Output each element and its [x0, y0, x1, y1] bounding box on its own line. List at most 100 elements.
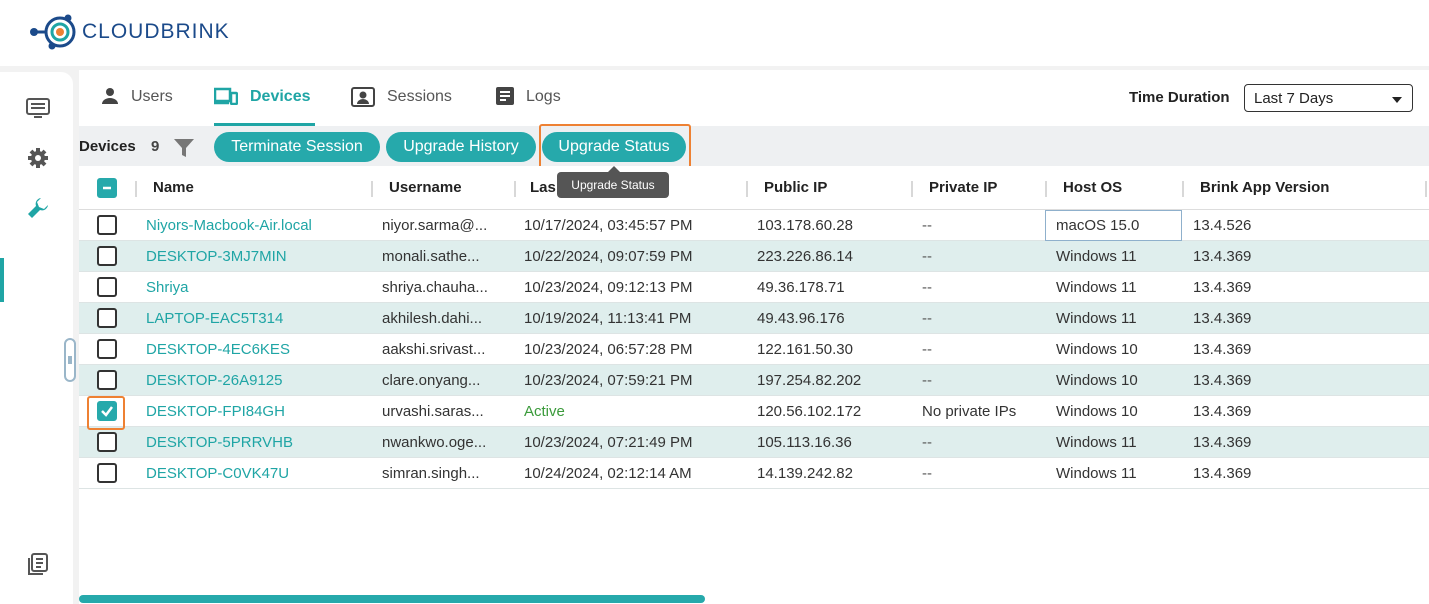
table-row[interactable]: LAPTOP-EAC5T314 akhilesh.dahi... 10/19/2… — [79, 303, 1429, 334]
device-name-link[interactable]: DESKTOP-5PRRVHB — [146, 434, 293, 451]
last-seen-cell: 10/23/2024, 07:21:49 PM — [524, 434, 693, 451]
side-nav — [0, 72, 73, 604]
device-name-link[interactable]: DESKTOP-4EC6KES — [146, 341, 290, 358]
monitor-icon[interactable] — [24, 94, 52, 122]
devices-toolbar: Devices 9 Terminate Session Upgrade Hist… — [79, 126, 1429, 166]
cloudbrink-logo[interactable]: CLOUDBRINK — [28, 8, 230, 56]
username-cell: clare.onyang... — [382, 372, 481, 389]
upgrade-history-button[interactable]: Upgrade History — [386, 132, 536, 162]
host-os-cell: Windows 11 — [1056, 310, 1137, 327]
horizontal-scrollbar[interactable] — [79, 595, 705, 603]
device-name-link[interactable]: DESKTOP-26A9125 — [146, 372, 282, 389]
time-duration-label: Time Duration — [1129, 89, 1230, 106]
column-separator — [746, 181, 748, 197]
table-row-selected[interactable]: DESKTOP-FPI84GH urvashi.saras... Active … — [79, 396, 1429, 427]
column-separator — [911, 181, 913, 197]
filter-icon[interactable] — [174, 139, 194, 162]
table-row[interactable]: DESKTOP-26A9125 clare.onyang... 10/23/20… — [79, 365, 1429, 396]
column-separator — [135, 181, 137, 197]
tab-sessions[interactable]: Sessions — [351, 87, 452, 126]
devices-icon — [213, 87, 239, 110]
column-last-seen[interactable]: Las — [530, 179, 556, 196]
private-ip-cell: -- — [922, 310, 932, 327]
nav-active-indicator — [0, 258, 4, 302]
last-seen-cell: 10/22/2024, 09:07:59 PM — [524, 248, 693, 265]
gear-icon[interactable] — [24, 144, 52, 172]
column-separator — [1182, 181, 1184, 197]
row-checkbox[interactable] — [97, 432, 117, 452]
table-header: Name Username Las Public IP Private IP H… — [79, 166, 1429, 210]
devices-label: Devices — [79, 138, 136, 155]
table-row[interactable]: DESKTOP-5PRRVHB nwankwo.oge... 10/23/202… — [79, 427, 1429, 458]
wrench-icon[interactable] — [24, 194, 52, 222]
version-cell: 13.4.369 — [1193, 403, 1252, 420]
sidebar-collapse-handle[interactable] — [64, 338, 76, 382]
version-cell: 13.4.526 — [1193, 217, 1252, 234]
username-cell: niyor.sarma@... — [382, 217, 488, 234]
column-separator — [1045, 181, 1047, 197]
user-icon — [101, 87, 119, 110]
table-row[interactable]: DESKTOP-C0VK47U simran.singh... 10/24/20… — [79, 458, 1429, 489]
device-name-link[interactable]: DESKTOP-3MJ7MIN — [146, 248, 287, 265]
private-ip-cell: -- — [922, 434, 932, 451]
row-checkbox[interactable] — [97, 370, 117, 390]
public-ip-cell: 103.178.60.28 — [757, 217, 853, 234]
private-ip-cell: -- — [922, 279, 932, 296]
column-public-ip[interactable]: Public IP — [764, 179, 827, 196]
username-cell: aakshi.srivast... — [382, 341, 486, 358]
public-ip-cell: 49.36.178.71 — [757, 279, 845, 296]
tab-devices[interactable]: Devices — [213, 87, 315, 126]
sessions-icon — [351, 87, 375, 112]
table-row[interactable]: DESKTOP-3MJ7MIN monali.sathe... 10/22/20… — [79, 241, 1429, 272]
version-cell: 13.4.369 — [1193, 465, 1252, 482]
host-os-cell: Windows 11 — [1056, 465, 1137, 482]
tab-users[interactable]: Users — [101, 88, 173, 126]
row-checkbox[interactable] — [97, 277, 117, 297]
host-os-cell: Windows 11 — [1056, 279, 1137, 296]
table-row[interactable]: DESKTOP-4EC6KES aakshi.srivast... 10/23/… — [79, 334, 1429, 365]
select-all-checkbox[interactable] — [97, 178, 117, 198]
last-seen-cell: 10/23/2024, 09:12:13 PM — [524, 279, 693, 296]
column-name[interactable]: Name — [153, 179, 194, 196]
device-name-link[interactable]: Niyors-Macbook-Air.local — [146, 217, 312, 234]
device-name-link[interactable]: DESKTOP-FPI84GH — [146, 403, 285, 420]
column-private-ip[interactable]: Private IP — [929, 179, 997, 196]
table-row[interactable]: Shriya shriya.chauha... 10/23/2024, 09:1… — [79, 272, 1429, 303]
device-name-link[interactable]: Shriya — [146, 279, 189, 296]
row-checkbox[interactable] — [97, 215, 117, 235]
column-username[interactable]: Username — [389, 179, 462, 196]
devices-count: 9 — [151, 138, 160, 155]
terminate-session-button[interactable]: Terminate Session — [214, 132, 380, 162]
tab-users-label: Users — [131, 88, 173, 105]
private-ip-cell: -- — [922, 217, 932, 234]
public-ip-cell: 105.113.16.36 — [757, 434, 852, 451]
tab-logs-label: Logs — [526, 88, 561, 105]
status-active-cell: Active — [524, 403, 565, 420]
last-seen-cell: 10/23/2024, 07:59:21 PM — [524, 372, 693, 389]
public-ip-cell: 122.161.50.30 — [757, 341, 853, 358]
table-row[interactable]: Niyors-Macbook-Air.local niyor.sarma@...… — [79, 210, 1429, 241]
upgrade-status-tooltip: Upgrade Status — [557, 166, 669, 198]
version-cell: 13.4.369 — [1193, 434, 1252, 451]
username-cell: simran.singh... — [382, 465, 480, 482]
column-host-os[interactable]: Host OS — [1063, 179, 1122, 196]
row-checkbox[interactable] — [97, 463, 117, 483]
main-panel: Users Devices Sessions Logs Time Duratio… — [79, 70, 1429, 604]
row-checkbox[interactable] — [97, 339, 117, 359]
last-seen-cell: 10/17/2024, 03:45:57 PM — [524, 217, 693, 234]
last-seen-cell: 10/24/2024, 02:12:14 AM — [524, 465, 692, 482]
public-ip-cell: 49.43.96.176 — [757, 310, 845, 327]
device-name-link[interactable]: DESKTOP-C0VK47U — [146, 465, 289, 482]
device-name-link[interactable]: LAPTOP-EAC5T314 — [146, 310, 283, 327]
last-seen-cell: 10/19/2024, 11:13:41 PM — [524, 310, 692, 327]
top-bar: CLOUDBRINK — [0, 0, 1429, 66]
library-icon[interactable] — [24, 550, 52, 578]
column-separator — [514, 181, 516, 197]
tab-sessions-label: Sessions — [387, 88, 452, 105]
row-checkbox[interactable] — [97, 246, 117, 266]
time-duration-select[interactable]: Last 7 Days — [1244, 84, 1413, 112]
row-checkbox[interactable] — [97, 308, 117, 328]
tab-logs[interactable]: Logs — [496, 87, 561, 126]
public-ip-cell: 120.56.102.172 — [757, 403, 862, 420]
column-brink-app-version[interactable]: Brink App Version — [1200, 179, 1329, 196]
